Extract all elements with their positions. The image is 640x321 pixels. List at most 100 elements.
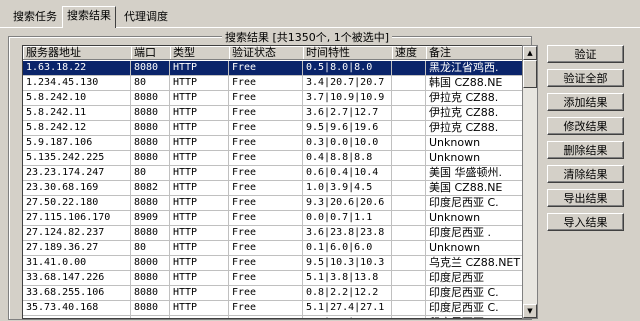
cell-note: 黑龙江省鸡西. [426,61,523,75]
table-row[interactable]: 5.9.187.106 8080 HTTP Free 0.3|0.0|10.0 Unkno… [23,136,523,151]
cell-note: 印度尼西亚 . [426,226,523,240]
table-row[interactable]: 23.30.68.169 8082 HTTP Free 1.0|3.9|4.5 美国 CZ… [23,181,523,196]
col-header-time[interactable]: 时间特性 [303,46,393,60]
results-listview[interactable]: 服务器地址 端口 类型 验证状态 时间特性 速度 备注 1.63.18.22 80… [22,45,524,319]
cell-type: HTTP [170,211,229,225]
cell-speed [392,121,426,135]
col-header-port[interactable]: 端口 [131,46,171,60]
table-row[interactable]: 27.115.106.170 8909 HTTP Free 0.0|0.7|1.1 Unk… [23,211,523,226]
cell-note: 乌克兰 CZ88.NET [426,256,523,270]
table-row[interactable]: 33.68.255.106 8080 HTTP Free 0.8|2.2|12.2 印度尼… [23,286,523,301]
col-header-status[interactable]: 验证状态 [229,46,304,60]
cell-address: 27.50.22.180 [23,196,131,210]
table-row[interactable]: 27.50.22.180 8080 HTTP Free 9.3|20.6|20.6 印度尼… [23,196,523,211]
edit-result-button[interactable]: 修改结果 [547,117,624,135]
cell-note: 韩国 CZ88.NE [426,76,523,90]
cell-status: Free [229,136,303,150]
col-header-speed[interactable]: 速度 [392,46,427,60]
cell-port: 8080 [131,61,170,75]
cell-type: HTTP [170,301,229,315]
cell-note: Unknown [426,211,523,225]
import-results-button[interactable]: 导入结果 [547,213,624,231]
cell-type: HTTP [170,121,229,135]
cell-note: Unknown [426,151,523,165]
col-header-type[interactable]: 类型 [170,46,230,60]
cell-status: Free [229,196,303,210]
cell-type: HTTP [170,256,229,270]
cell-speed [392,166,426,180]
cell-speed [392,241,426,255]
cell-address: 33.68.147.226 [23,271,131,285]
cell-note: Unknown [426,241,523,255]
cell-status: Free [229,256,303,270]
cell-status: Free [229,316,303,318]
col-header-address[interactable]: 服务器地址 [23,46,132,60]
cell-type: HTTP [170,241,229,255]
cell-speed [392,301,426,315]
cell-address: 27.189.36.27 [23,241,131,255]
vertical-scrollbar[interactable]: ▲ ▼ [522,45,538,319]
cell-port: 8080 [131,301,170,315]
verify-all-button[interactable]: 验证全部 [547,69,624,87]
cell-status: Free [229,76,303,90]
cell-speed [392,211,426,225]
cell-time: 0.3|0.0|10.0 [303,136,392,150]
cell-time: 9.3|20.6|20.6 [303,196,392,210]
cell-address: 35.73.40.169 [23,316,131,318]
cell-port: 80 [131,241,170,255]
cell-status: Free [229,286,303,300]
scroll-down-icon[interactable]: ▼ [523,304,537,318]
delete-result-button[interactable]: 删除结果 [547,141,624,159]
cell-time: 0.5|8.0|8.0 [303,61,392,75]
cell-address: 1.63.18.22 [23,61,131,75]
tab-search-task[interactable]: 搜索任务 [9,8,61,26]
cell-status: Free [229,91,303,105]
cell-time: 0.4|8.8|8.8 [303,151,392,165]
table-row[interactable]: 27.189.36.27 80 HTTP Free 0.1|6.0|6.0 Unknown [23,241,523,256]
cell-speed [392,271,426,285]
table-row[interactable]: 5.8.242.10 8080 HTTP Free 3.7|10.9|10.9 伊拉克 C… [23,91,523,106]
cell-type: HTTP [170,271,229,285]
cell-note: 美国 CZ88.NE [426,181,523,195]
cell-type: HTTP [170,61,229,75]
cell-time: 0.0|0.7|1.1 [303,211,392,225]
cell-port: 8080 [131,196,170,210]
cell-port: 8080 [131,91,170,105]
cell-port: 8080 [131,286,170,300]
scroll-thumb[interactable] [523,60,537,88]
clear-results-button[interactable]: 清除结果 [547,165,624,183]
cell-type: HTTP [170,286,229,300]
table-row[interactable]: 35.73.40.1698080HTTPFree3.8|4.6|11.6 印度尼西… [23,316,523,318]
cell-type: HTTP [170,181,229,195]
add-result-button[interactable]: 添加结果 [547,93,624,111]
cell-status: Free [229,106,303,120]
table-row[interactable]: 1.234.45.130 80 HTTP Free 3.4|20.7|20.7 韩国 CZ… [23,76,523,91]
tab-proxy-schedule[interactable]: 代理调度 [120,8,172,26]
cell-port: 8080 [131,136,170,150]
cell-note: 美国 华盛顿州. [426,166,523,180]
table-row[interactable]: 5.8.242.11 8080 HTTP Free 3.6|2.7|12.7 伊拉克 CZ… [23,106,523,121]
cell-time: 0.1|6.0|6.0 [303,241,392,255]
verify-button[interactable]: 验证 [547,45,624,63]
table-row[interactable]: 23.23.174.247 80 HTTP Free 0.6|0.4|10.4 美国 华盛… [23,166,523,181]
table-row[interactable]: 5.135.242.225 8080 HTTP Free 0.4|8.8|8.8 Unkn… [23,151,523,166]
table-row[interactable]: 1.63.18.22 8080 HTTP Free 0.5|8.0|8.0 黑龙江省鸡西. [23,61,523,76]
cell-port: 8080 [131,151,170,165]
cell-note: 印度尼西亚 C. [426,301,523,315]
cell-note: 印度尼西亚 C. [426,316,523,318]
list-header: 服务器地址 端口 类型 验证状态 时间特性 速度 备注 [23,46,523,60]
cell-address: 5.8.242.12 [23,121,131,135]
export-results-button[interactable]: 导出结果 [547,189,624,207]
table-row[interactable]: 31.41.0.00 8000 HTTP Free 9.5|10.3|10.3 乌克兰 C… [23,256,523,271]
table-row[interactable]: 27.124.82.237 8080 HTTP Free 3.6|23.8|23.8 印度… [23,226,523,241]
cell-speed [392,76,426,90]
table-row[interactable]: 35.73.40.168 8080 HTTP Free 5.1|27.4|27.1 印度尼… [23,301,523,316]
col-header-note[interactable]: 备注 [426,46,523,60]
cell-time: 3.6|23.8|23.8 [303,226,392,240]
tab-search-results[interactable]: 搜索结果 [62,6,116,28]
cell-speed [392,106,426,120]
cell-speed [392,136,426,150]
table-row[interactable]: 5.8.242.12 8080 HTTP Free 9.5|9.6|19.6 伊拉克 CZ… [23,121,523,136]
scroll-up-icon[interactable]: ▲ [523,46,537,60]
table-row[interactable]: 33.68.147.226 8080 HTTP Free 5.1|3.8|13.8 印度尼… [23,271,523,286]
